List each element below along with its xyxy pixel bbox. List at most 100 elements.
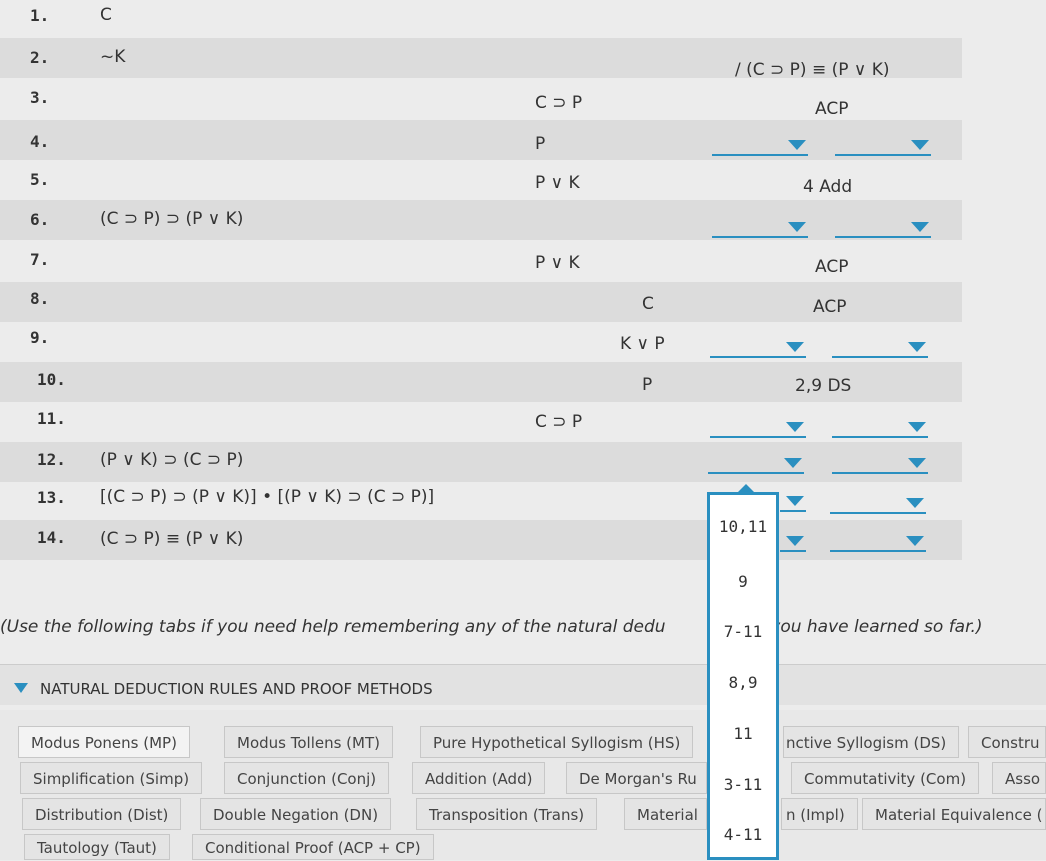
rule-dropdown[interactable] [835, 140, 931, 156]
proof-line-8: 8. C ACP [0, 282, 962, 322]
line-formula: C [642, 294, 654, 314]
proof-line-7: 7. P ∨ K ACP [0, 242, 962, 282]
line-number: 3. [30, 88, 50, 107]
help-note-text: (Use the following tabs if you need help… [0, 617, 666, 637]
line-formula: K ∨ P [620, 334, 665, 354]
line-number: 2. [30, 48, 50, 67]
line-formula: (C ⊃ P) ≡ (P ∨ K) [100, 529, 244, 549]
tab-simplification[interactable]: Simplification (Simp) [20, 762, 203, 794]
line-formula: P ∨ K [535, 253, 580, 273]
line-ref-dropdown[interactable] [780, 496, 806, 512]
line-ref-dropdown[interactable] [710, 342, 806, 358]
line-formula: P [535, 134, 546, 154]
rules-tabs: Modus Ponens (MP) Modus Tollens (MT) Pur… [0, 710, 1046, 860]
rules-section-header[interactable]: NATURAL DEDUCTION RULES AND PROOF METHOD… [0, 664, 1046, 705]
line-number: 4. [30, 132, 50, 151]
rule-dropdown[interactable] [830, 498, 926, 514]
proof-line-6: 6. (C ⊃ P) ⊃ (P ∨ K) [0, 200, 962, 240]
line-formula: (P ∨ K) ⊃ (C ⊃ P) [100, 450, 244, 470]
chevron-down-icon [786, 342, 804, 352]
line-number: 13. [37, 488, 66, 507]
tab-double-negation[interactable]: Double Negation (DN) [200, 798, 392, 830]
line-formula: (C ⊃ P) ⊃ (P ∨ K) [100, 209, 244, 229]
collapse-arrow-icon[interactable] [14, 683, 28, 693]
line-number: 6. [30, 210, 50, 229]
proof-line-9: 9. K ∨ P [0, 322, 962, 362]
tab-transposition[interactable]: Transposition (Trans) [416, 798, 598, 830]
proof-line-2: 2. ~K / (C ⊃ P) ≡ (P ∨ K) [0, 38, 962, 80]
tab-implication[interactable]: n (Impl) [781, 798, 858, 830]
help-note: (Use the following tabs if you need help… [0, 617, 983, 637]
chevron-down-icon [911, 222, 929, 232]
dropdown-option[interactable]: 11 [710, 724, 776, 743]
tab-modus-ponens[interactable]: Modus Ponens (MP) [18, 726, 190, 758]
line-justification: 2,9 DS [795, 376, 852, 396]
line-ref-dropdown[interactable] [710, 422, 806, 438]
tab-material-implication[interactable]: Material [624, 798, 707, 830]
line-justification: 4 Add [803, 177, 853, 197]
chevron-down-icon [908, 342, 926, 352]
rules-section-title: NATURAL DEDUCTION RULES AND PROOF METHOD… [40, 680, 433, 698]
proof-goal: / (C ⊃ P) ≡ (P ∨ K) [735, 60, 890, 80]
proof-line-14: 14. (C ⊃ P) ≡ (P ∨ K) [0, 520, 962, 560]
tab-conditional-proof[interactable]: Conditional Proof (ACP + CP) [192, 834, 434, 860]
dropdown-option[interactable]: 7-11 [710, 622, 776, 641]
dropdown-option[interactable]: 9 [710, 572, 776, 591]
line-number: 14. [37, 528, 66, 547]
chevron-down-icon [906, 498, 924, 508]
line-ref-dropdown[interactable] [780, 536, 806, 552]
tab-tautology[interactable]: Tautology (Taut) [24, 834, 170, 860]
line-number: 12. [37, 450, 66, 469]
line-ref-dropdown[interactable] [712, 140, 808, 156]
line-ref-dropdown[interactable] [708, 458, 804, 474]
chevron-down-icon [786, 496, 804, 506]
dropdown-option[interactable]: 3-11 [710, 775, 776, 794]
chevron-down-icon [784, 458, 802, 468]
line-number: 5. [30, 170, 50, 189]
line-number: 1. [30, 6, 50, 25]
help-note-tail: es you have learned so far.) [745, 617, 983, 637]
proof-line-3: 3. C ⊃ P ACP [0, 80, 962, 120]
chevron-down-icon [788, 222, 806, 232]
tab-hypothetical-syllogism[interactable]: Pure Hypothetical Syllogism (HS) [420, 726, 694, 758]
tab-distribution[interactable]: Distribution (Dist) [22, 798, 182, 830]
tab-disjunctive-syllogism[interactable]: nctive Syllogism (DS) [783, 726, 960, 758]
line-number: 9. [30, 328, 50, 347]
tab-modus-tollens[interactable]: Modus Tollens (MT) [224, 726, 393, 758]
dropdown-option[interactable]: 8,9 [710, 673, 776, 692]
tab-addition[interactable]: Addition (Add) [412, 762, 546, 794]
chevron-down-icon [906, 536, 924, 546]
rule-dropdown[interactable] [832, 422, 928, 438]
dropdown-option[interactable]: 4-11 [710, 825, 776, 844]
line-number: 11. [37, 409, 66, 428]
line-formula: C [100, 5, 112, 25]
proof-line-1: 1. C [0, 0, 962, 40]
rule-dropdown[interactable] [832, 342, 928, 358]
tab-constructive-dilemma[interactable]: Constru [968, 726, 1046, 758]
line-number: 10. [37, 370, 66, 389]
rule-dropdown[interactable] [835, 222, 931, 238]
rule-dropdown[interactable] [830, 536, 926, 552]
dropdown-option[interactable]: 10,11 [710, 517, 776, 536]
line-formula: [(C ⊃ P) ⊃ (P ∨ K)] • [(P ∨ K) ⊃ (C ⊃ P)… [100, 487, 435, 507]
caret-up-icon [737, 484, 755, 493]
line-justification: ACP [815, 99, 849, 119]
line-justification: ACP [815, 257, 849, 277]
tab-conjunction[interactable]: Conjunction (Conj) [224, 762, 390, 794]
proof-line-5: 5. P ∨ K 4 Add [0, 160, 962, 200]
tab-material-equivalence[interactable]: Material Equivalence ( [862, 798, 1046, 830]
line-justification: ACP [813, 297, 847, 317]
chevron-down-icon [908, 458, 926, 468]
proof-line-10: 10. P 2,9 DS [0, 362, 962, 402]
tab-association[interactable]: Asso [992, 762, 1046, 794]
line-formula: P ∨ K [535, 173, 580, 193]
rule-dropdown[interactable] [832, 458, 928, 474]
line-ref-dropdown[interactable] [712, 222, 808, 238]
chevron-down-icon [911, 140, 929, 150]
proof-line-11: 11. C ⊃ P [0, 402, 962, 442]
line-formula: ~K [100, 47, 126, 67]
tab-de-morgans-rule[interactable]: De Morgan's Ru [566, 762, 707, 794]
line-ref-dropdown-menu: 10,11 9 7-11 8,9 11 3-11 4-11 [707, 484, 779, 860]
proof-line-12: 12. (P ∨ K) ⊃ (C ⊃ P) [0, 442, 962, 482]
tab-commutativity[interactable]: Commutativity (Com) [791, 762, 980, 794]
